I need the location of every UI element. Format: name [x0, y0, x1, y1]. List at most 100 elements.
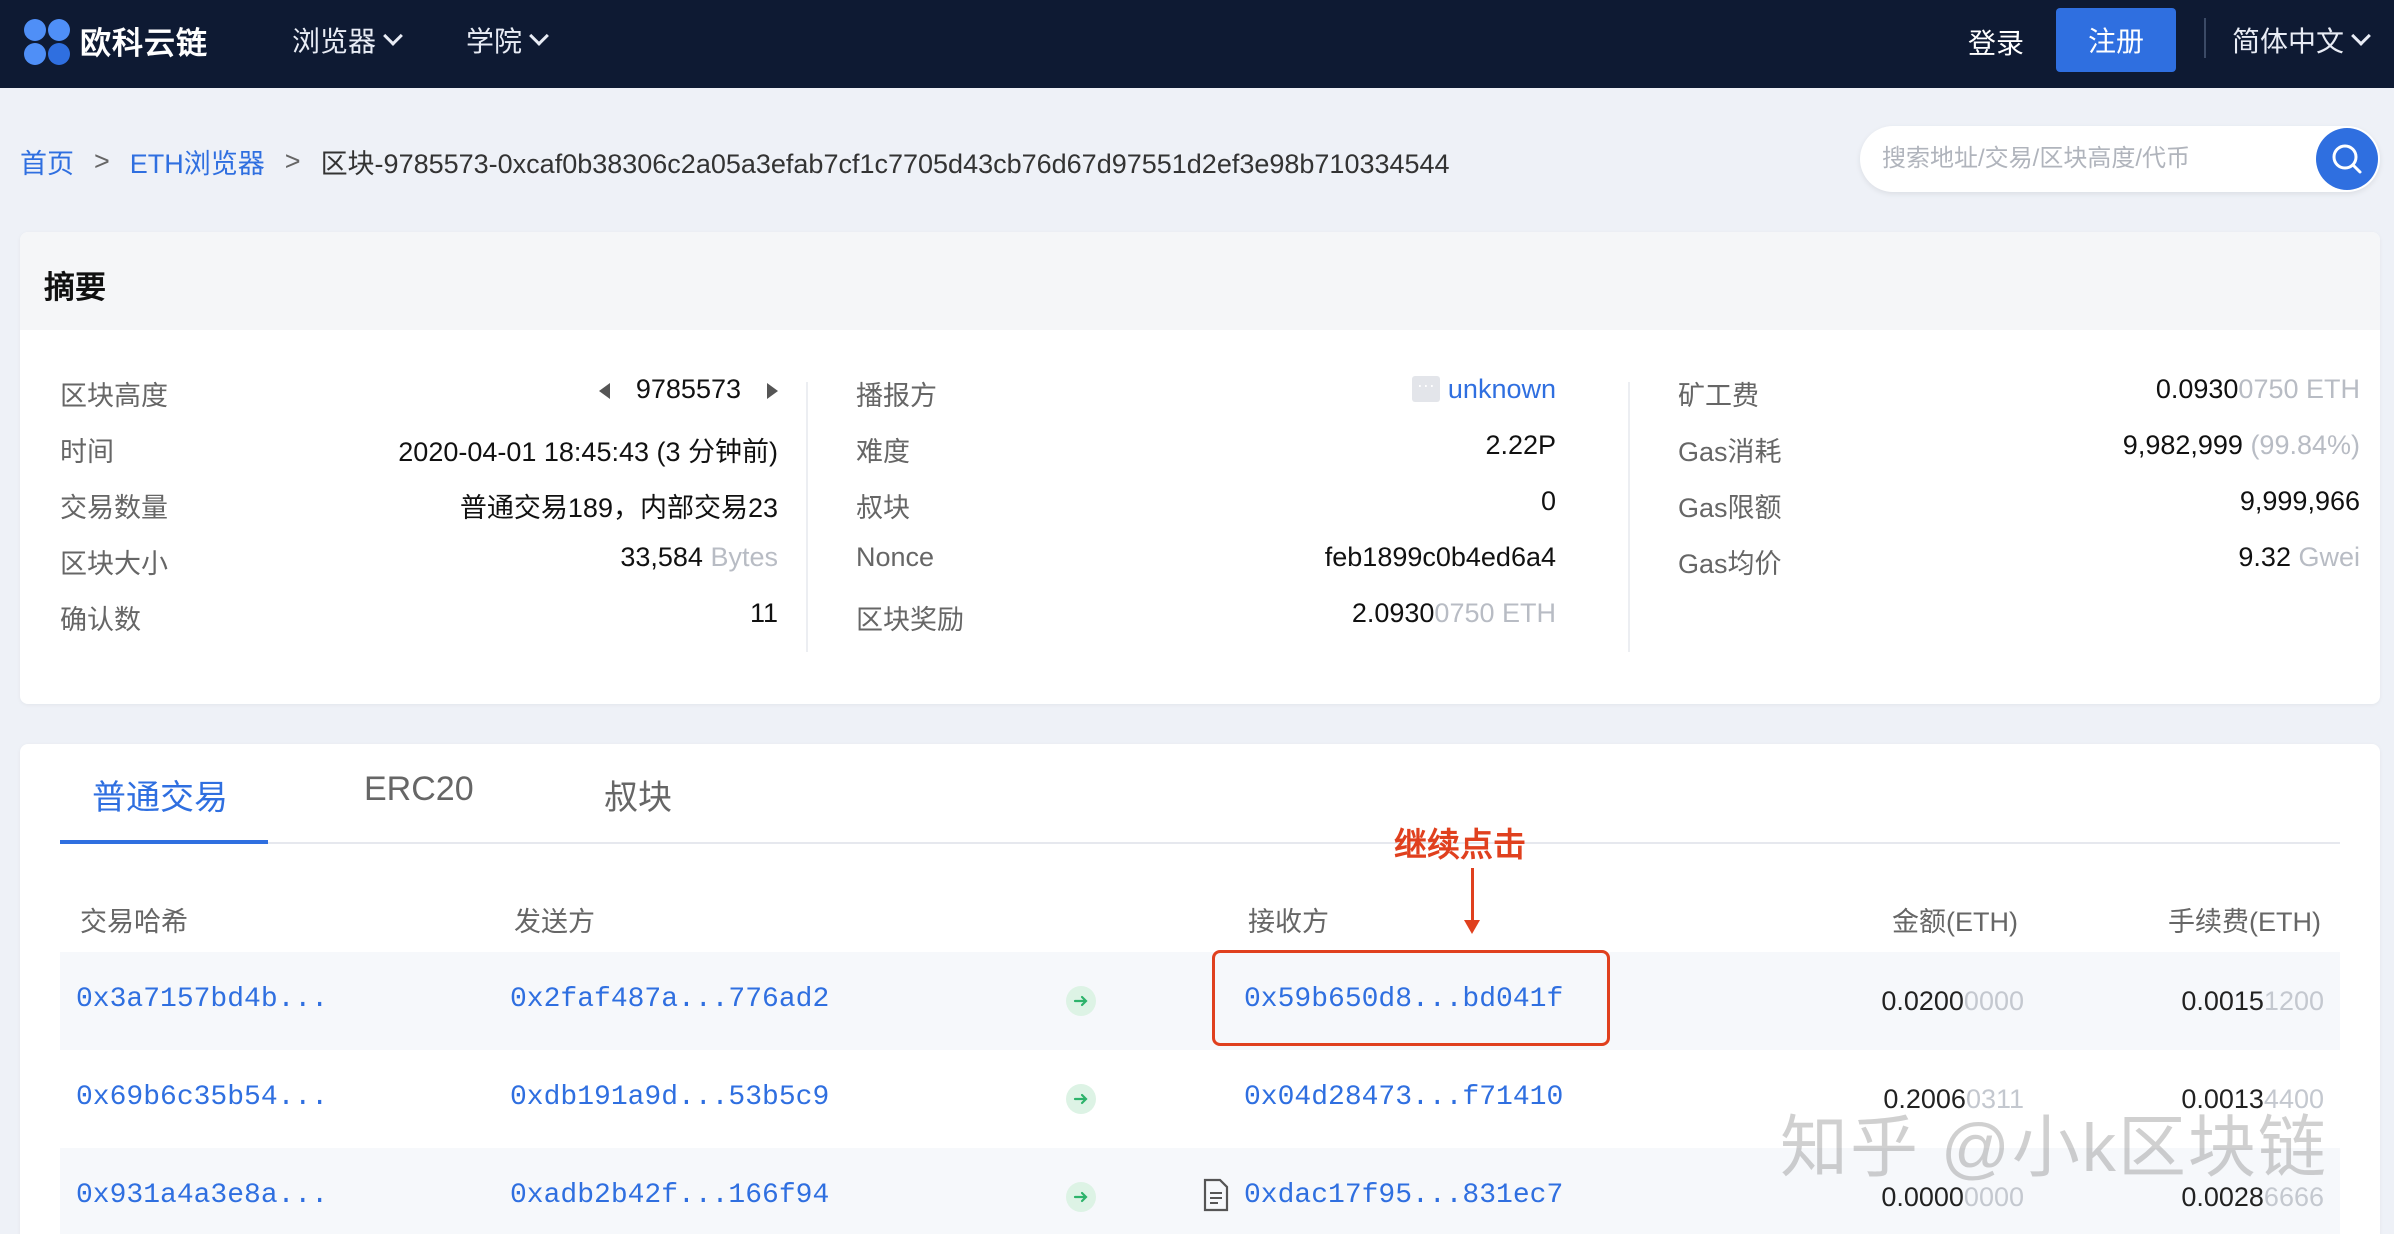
tx-from-link[interactable]: 0xadb2b42f...166f94 — [510, 1180, 829, 1211]
transfer-arrow-icon — [1066, 1084, 1096, 1114]
gas-price-main: 9.32 — [2238, 542, 2291, 572]
summary-header: 摘要 — [20, 232, 2380, 330]
summary-value: ··· unknown — [1411, 374, 1556, 405]
annotation-highlight-box — [1212, 950, 1610, 1046]
register-button[interactable]: 注册 — [2056, 8, 2176, 72]
summary-value: 2020-04-01 18:45:43 (3 分钟前) — [398, 437, 778, 467]
summary-row-size: 区块大小 33,584 Bytes — [60, 530, 778, 586]
summary-key: 区块大小 — [60, 549, 168, 579]
summary-value: 2.09300750 ETH — [1352, 598, 1556, 629]
breadcrumb-separator: > — [94, 146, 110, 176]
summary-row-height: 区块高度 9785573 — [60, 362, 778, 418]
summary-value: 0.09300750 ETH — [2156, 374, 2360, 405]
reward-main: 2.0930 — [1351, 598, 1435, 628]
tabs-divider — [60, 842, 2340, 844]
gas-used-main: 9,982,999 — [2122, 430, 2243, 460]
fee-main: 0.0015 — [2181, 986, 2264, 1016]
tab-uncles[interactable]: 叔块 — [604, 770, 672, 819]
miner-avatar-icon: ··· — [1411, 375, 1440, 402]
summary-value: 9,982,999 (99.84%) — [2123, 430, 2360, 461]
summary-row-reward: 区块奖励 2.09300750 ETH — [856, 586, 1556, 642]
tx-from-link[interactable]: 0x2faf487a...776ad2 — [510, 984, 829, 1015]
breadcrumb-home[interactable]: 首页 — [20, 142, 74, 181]
column-header-fee: 手续费(ETH) — [2168, 907, 2321, 937]
active-tab-indicator — [60, 840, 268, 844]
summary-value: 9.32 Gwei — [2238, 542, 2360, 573]
summary-row-time: 时间 2020-04-01 18:45:43 (3 分钟前) — [60, 418, 778, 474]
summary-value: 11 — [749, 598, 778, 628]
summary-key: 区块奖励 — [856, 605, 964, 635]
summary-value: 2.22P — [1485, 430, 1556, 460]
summary-value: feb1899c0b4ed6a4 — [1324, 542, 1556, 572]
next-block-icon[interactable] — [767, 382, 778, 399]
fee-main: 0.0930 — [2155, 374, 2239, 404]
search-input[interactable] — [1882, 138, 2282, 180]
watermark: 知乎 @小k区块链 — [1780, 1110, 2328, 1186]
summary-row-tx-count: 交易数量 普通交易189，内部交易23 — [60, 474, 778, 530]
tab-normal-tx[interactable]: 普通交易 — [92, 770, 228, 819]
summary-row-gas-used: Gas消耗 9,982,999 (99.84%) — [1678, 418, 2360, 474]
block-height-value: 9785573 — [598, 374, 778, 405]
top-navbar: 欧科云链 浏览器 学院 登录 注册 简体中文 — [0, 0, 2394, 88]
search-button[interactable] — [2316, 128, 2378, 190]
breadcrumb: 首页 > ETH浏览器 > 区块-9785573-0xcaf0b38306c2a… — [20, 142, 1450, 181]
summary-key: 矿工费 — [1678, 381, 1759, 411]
summary-key: 时间 — [60, 437, 114, 467]
gas-price-unit: Gwei — [2298, 542, 2360, 572]
language-selector[interactable]: 简体中文 — [2232, 20, 2371, 60]
summary-card: 摘要 区块高度 9785573 时间 2020-04-01 18:45:43 (… — [20, 232, 2380, 704]
summary-key: 叔块 — [856, 493, 910, 523]
summary-row-nonce: Nonce feb1899c0b4ed6a4 — [856, 530, 1556, 586]
annotation-arrow — [1471, 868, 1474, 926]
search-icon — [2332, 144, 2362, 174]
login-link[interactable]: 登录 — [1968, 22, 2024, 62]
column-header-from: 发送方 — [514, 907, 595, 937]
column-divider — [1628, 382, 1630, 652]
block-height-number: 9785573 — [635, 374, 741, 404]
chevron-down-icon — [383, 26, 403, 46]
summary-row-miner: 播报方 ··· unknown — [856, 362, 1556, 418]
tx-amount: 0.02000000 — [1881, 986, 2024, 1017]
tx-to-link[interactable]: 0x04d28473...f71410 — [1244, 1082, 1563, 1113]
column-header-amount: 金额(ETH) — [1892, 907, 2018, 937]
summary-value: 普通交易189，内部交易23 — [459, 493, 778, 523]
miner-link[interactable]: unknown — [1448, 374, 1556, 404]
tx-from-link[interactable]: 0xdb191a9d...53b5c9 — [510, 1082, 829, 1113]
column-header-to: 接收方 — [1248, 907, 1329, 937]
summary-row-fee: 矿工费 0.09300750 ETH — [1678, 362, 2360, 418]
breadcrumb-current: 区块-9785573-0xcaf0b38306c2a05a3efab7cf1c7… — [320, 149, 1450, 179]
tx-hash-link[interactable]: 0x3a7157bd4b... — [76, 984, 328, 1015]
tx-hash-link[interactable]: 0x69b6c35b54... — [76, 1082, 328, 1113]
summary-row-confirmations: 确认数 11 — [60, 586, 778, 642]
tx-fee: 0.00151200 — [2181, 986, 2324, 1017]
summary-row-gas-limit: Gas限额 9,999,966 — [1678, 474, 2360, 530]
amount-dim: 0000 — [1963, 986, 2024, 1016]
summary-key: Gas消耗 — [1678, 437, 1782, 467]
contract-document-icon — [1203, 1178, 1229, 1212]
nav-menu-browser-label: 浏览器 — [292, 26, 377, 57]
transfer-arrow-icon — [1066, 1182, 1096, 1212]
tab-erc20[interactable]: ERC20 — [364, 770, 474, 809]
summary-key: Nonce — [856, 542, 935, 572]
brand-logo[interactable]: 欧科云链 — [24, 18, 208, 65]
prev-block-icon[interactable] — [598, 382, 610, 399]
summary-key: 确认数 — [60, 605, 141, 635]
tx-to-link[interactable]: 0xdac17f95...831ec7 — [1244, 1180, 1563, 1211]
summary-row-uncles: 叔块 0 — [856, 474, 1556, 530]
column-header-hash: 交易哈希 — [80, 907, 188, 937]
summary-value: 0 — [1540, 486, 1556, 516]
summary-row-gas-price: Gas均价 9.32 Gwei — [1678, 530, 2360, 586]
chevron-down-icon — [2351, 26, 2371, 46]
size-unit: Bytes — [710, 542, 778, 572]
annotation-arrow-head — [1464, 920, 1480, 934]
breadcrumb-eth-browser[interactable]: ETH浏览器 — [130, 142, 265, 181]
nav-menu-academy[interactable]: 学院 — [466, 20, 549, 60]
summary-key: 区块高度 — [60, 381, 168, 411]
nav-menu-browser[interactable]: 浏览器 — [292, 20, 403, 60]
gas-used-percent: (99.84%) — [2250, 430, 2360, 460]
summary-value: 33,584 Bytes — [620, 542, 778, 573]
tx-hash-link[interactable]: 0x931a4a3e8a... — [76, 1180, 328, 1211]
fee-dim: 0750 ETH — [2238, 374, 2360, 404]
summary-key: 难度 — [856, 437, 910, 467]
language-label: 简体中文 — [2232, 26, 2345, 57]
